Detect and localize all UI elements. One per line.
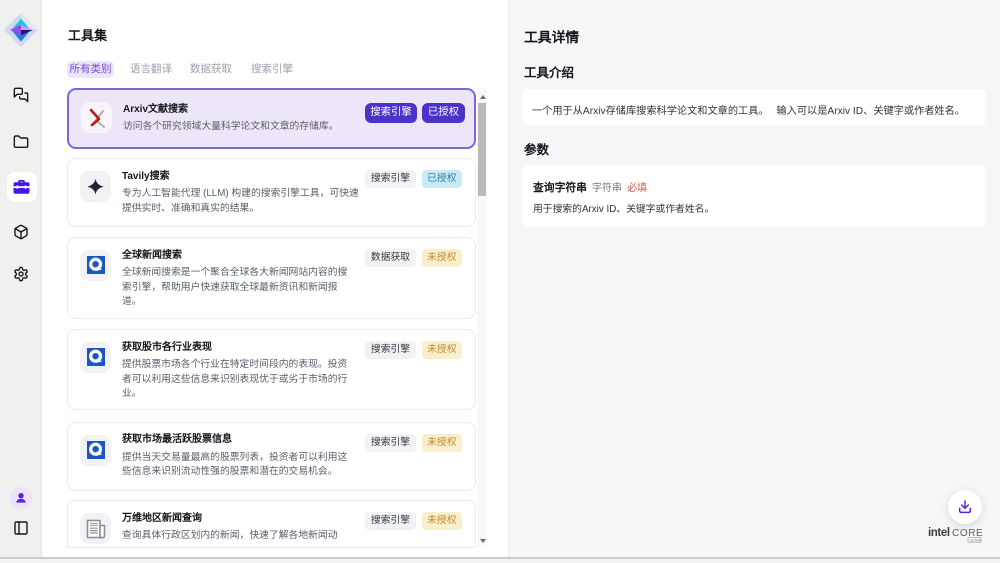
svg-text:intel: intel — [928, 527, 950, 539]
svg-text:ULTRA: ULTRA — [970, 538, 982, 542]
